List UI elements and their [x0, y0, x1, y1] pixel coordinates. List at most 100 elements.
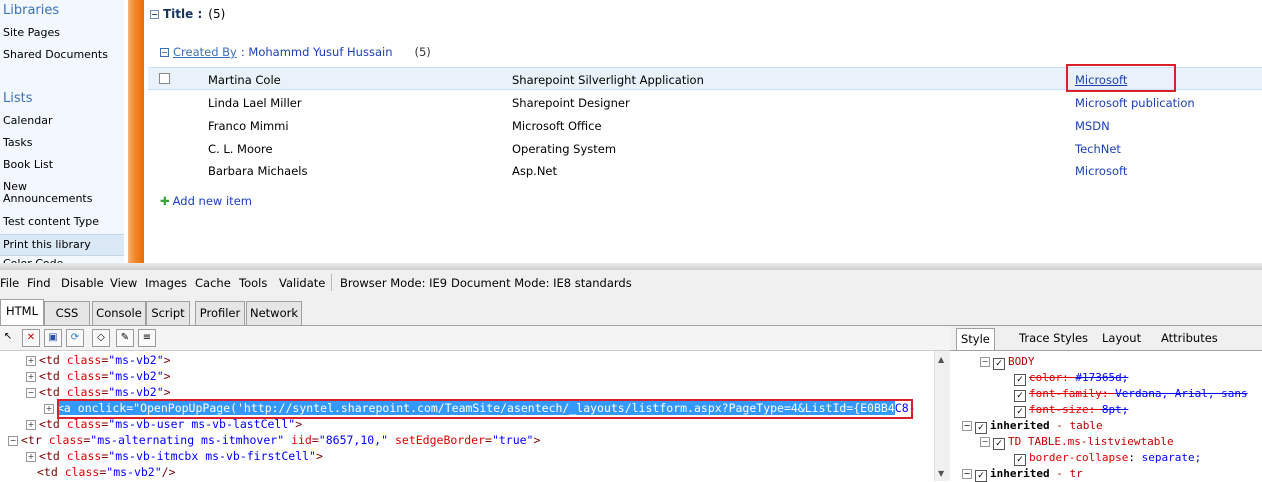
- add-icon: ✚: [160, 194, 170, 208]
- menu-tools[interactable]: Tools: [239, 276, 267, 290]
- menu-view[interactable]: View: [110, 276, 137, 290]
- style-rule-body[interactable]: − ✓ BODY: [980, 354, 1035, 370]
- cell-author: Franco Mimmi: [208, 119, 289, 133]
- inherited-table-group[interactable]: − ✓ inherited - table: [962, 418, 1103, 434]
- cell-publisher-link[interactable]: MSDN: [1075, 119, 1110, 133]
- cell-author: Linda Lael Miller: [208, 96, 302, 110]
- tab-console[interactable]: Console: [92, 301, 146, 325]
- expand-icon[interactable]: +: [26, 452, 36, 462]
- ql-item-tasks[interactable]: Tasks: [3, 137, 121, 149]
- collapse-icon[interactable]: −: [980, 437, 990, 447]
- save-icon[interactable]: ▣: [44, 329, 62, 347]
- scroll-up-icon[interactable]: ▲: [938, 355, 944, 364]
- rule-checkbox[interactable]: ✓: [975, 422, 987, 434]
- element-source-icon[interactable]: ◇: [92, 329, 110, 347]
- cell-publisher-link[interactable]: Microsoft: [1075, 164, 1127, 178]
- dom-node[interactable]: − <td class="ms-vb2">: [26, 384, 171, 400]
- add-new-item-link[interactable]: ✚ Add new item: [160, 194, 252, 208]
- select-element-icon[interactable]: ↖: [0, 329, 16, 345]
- rule-checkbox[interactable]: ✓: [975, 470, 987, 482]
- document-mode-menu[interactable]: Document Mode: IE8 standards: [451, 276, 632, 290]
- menu-separator: [331, 274, 332, 291]
- ql-item-test-content-type[interactable]: Test content Type: [3, 216, 121, 228]
- tab-script[interactable]: Script: [146, 301, 190, 325]
- style-prop-border-collapse[interactable]: ✓ border-collapse: separate;: [1014, 450, 1201, 466]
- tab-attributes[interactable]: Attributes: [1161, 331, 1218, 345]
- prop-checkbox[interactable]: ✓: [1014, 390, 1026, 402]
- menu-disable[interactable]: Disable: [61, 276, 104, 290]
- style-prop-color[interactable]: ✓ color: #17365d;: [1014, 370, 1128, 386]
- inherited-tr-group[interactable]: − ✓ inherited - tr: [962, 466, 1083, 482]
- cell-author: Martina Cole: [208, 73, 281, 87]
- menu-images[interactable]: Images: [145, 276, 187, 290]
- dom-node[interactable]: <td class="ms-vb2"/>: [37, 464, 176, 480]
- ql-item-print-this-library[interactable]: Print this library: [0, 234, 124, 256]
- expand-icon[interactable]: +: [26, 420, 36, 430]
- style-prop-font-size[interactable]: ✓ font-size: 8pt;: [1014, 402, 1128, 418]
- collapse-icon[interactable]: −: [8, 436, 18, 446]
- menu-find[interactable]: Find: [27, 276, 51, 290]
- cell-author: Barbara Michaels: [208, 164, 308, 178]
- group-by-title[interactable]: − Title : (5): [150, 7, 225, 21]
- rule-checkbox[interactable]: ✓: [993, 438, 1005, 450]
- tab-profiler[interactable]: Profiler: [195, 301, 245, 325]
- row-checkbox[interactable]: [159, 73, 170, 84]
- ql-item-new-announcements[interactable]: New Announcements: [3, 181, 93, 205]
- expand-icon[interactable]: +: [44, 404, 54, 414]
- tab-trace-styles[interactable]: Trace Styles: [1019, 331, 1088, 345]
- table-row[interactable]: Linda Lael Miller Sharepoint Designer Mi…: [148, 91, 1262, 113]
- browser-mode-menu[interactable]: Browser Mode: IE9: [340, 276, 447, 290]
- prop-checkbox[interactable]: ✓: [1014, 406, 1026, 418]
- tab-html[interactable]: HTML: [0, 299, 44, 325]
- created-by-link[interactable]: Created By: [173, 45, 237, 59]
- prop-checkbox[interactable]: ✓: [1014, 454, 1026, 466]
- ql-item-site-pages[interactable]: Site Pages: [3, 27, 121, 39]
- libraries-heading[interactable]: Libraries: [3, 3, 59, 18]
- tab-css[interactable]: CSS: [44, 301, 90, 325]
- dom-node[interactable]: − <tr class="ms-alternating ms-itmhover" …: [8, 432, 540, 448]
- cell-title: Sharepoint Designer: [512, 96, 630, 110]
- dom-node[interactable]: + <td class="ms-vb2">: [26, 368, 171, 384]
- tab-layout[interactable]: Layout: [1102, 331, 1141, 345]
- ql-item-book-list[interactable]: Book List: [3, 159, 121, 171]
- table-row[interactable]: Franco Mimmi Microsoft Office MSDN: [148, 114, 1262, 136]
- scroll-down-icon[interactable]: ▼: [938, 469, 944, 478]
- collapse-icon[interactable]: −: [160, 48, 169, 57]
- rule-checkbox[interactable]: ✓: [993, 358, 1005, 370]
- collapse-icon[interactable]: −: [962, 421, 972, 431]
- collapse-icon[interactable]: −: [962, 469, 972, 479]
- group-title-count: (5): [208, 7, 226, 21]
- menu-file[interactable]: File: [0, 276, 19, 290]
- expand-icon[interactable]: +: [26, 356, 36, 366]
- edit-icon[interactable]: ✎: [116, 329, 134, 347]
- dom-tree-scrollbar[interactable]: ▲ ▼: [934, 351, 950, 481]
- word-wrap-icon[interactable]: ≡: [138, 329, 156, 347]
- highlight-box: [1066, 64, 1176, 92]
- tab-style[interactable]: Style: [956, 328, 995, 350]
- collapse-icon[interactable]: −: [980, 357, 990, 367]
- menu-validate[interactable]: Validate: [279, 276, 325, 290]
- devtools-tab-bar: HTML CSS Console Script Profiler Network: [0, 295, 1262, 326]
- ql-item-calendar[interactable]: Calendar: [3, 115, 121, 127]
- dom-node[interactable]: + <td class="ms-vb2">: [26, 352, 171, 368]
- dom-node[interactable]: + <td class="ms-vb-itmcbx ms-vb-firstCell…: [26, 448, 323, 464]
- group-by-created-by[interactable]: − Created By: Mohammd Yusuf Hussain (5): [160, 45, 431, 59]
- dom-node[interactable]: + <td class="ms-vb-user ms-vb-lastCell">: [26, 416, 302, 432]
- style-rule-td-table[interactable]: − ✓ TD TABLE.ms-listviewtable: [980, 434, 1174, 450]
- prop-checkbox[interactable]: ✓: [1014, 374, 1026, 386]
- collapse-icon[interactable]: −: [26, 388, 36, 398]
- collapse-icon[interactable]: −: [150, 10, 159, 19]
- expand-icon[interactable]: +: [26, 372, 36, 382]
- tab-network[interactable]: Network: [246, 301, 302, 325]
- cell-publisher-link[interactable]: TechNet: [1075, 142, 1121, 156]
- pane-splitter[interactable]: [0, 263, 1262, 270]
- table-row[interactable]: C. L. Moore Operating System TechNet: [148, 137, 1262, 159]
- cell-publisher-link[interactable]: Microsoft publication: [1075, 96, 1195, 110]
- refresh-icon[interactable]: ⟳: [66, 329, 84, 347]
- clear-icon[interactable]: ✕: [22, 329, 40, 347]
- lists-heading[interactable]: Lists: [3, 91, 33, 106]
- menu-cache[interactable]: Cache: [195, 276, 231, 290]
- ql-item-shared-documents[interactable]: Shared Documents: [3, 49, 121, 61]
- table-row[interactable]: Barbara Michaels Asp.Net Microsoft: [148, 159, 1262, 181]
- style-prop-font-family[interactable]: ✓ font-family: Verdana, Arial, sans: [1014, 386, 1248, 402]
